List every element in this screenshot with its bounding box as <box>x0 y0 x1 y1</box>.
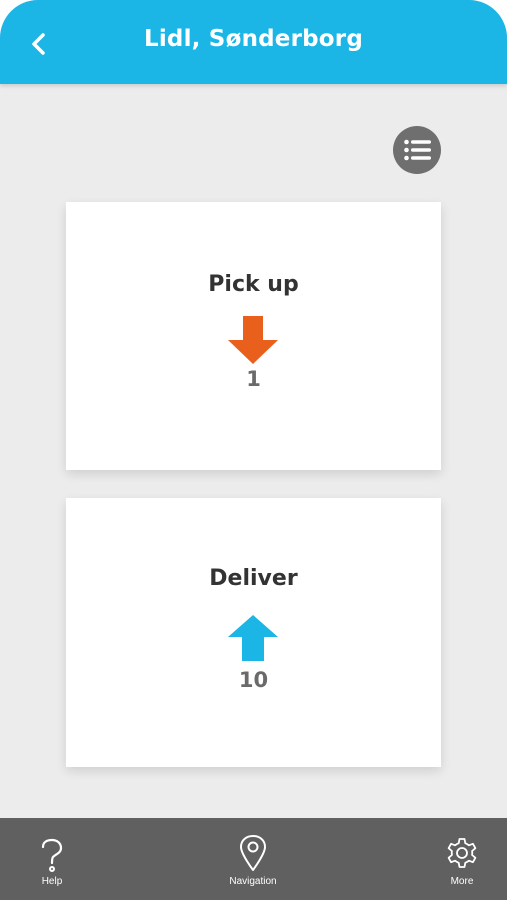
deliver-count: 10 <box>238 668 269 692</box>
pickup-card[interactable]: Pick up 1 <box>66 202 441 470</box>
pickup-count: 1 <box>246 367 261 391</box>
tab-more-label: More <box>450 876 474 887</box>
list-view-button[interactable] <box>393 126 441 174</box>
list-icon <box>404 139 431 161</box>
tab-more[interactable]: More <box>432 818 492 900</box>
deliver-title: Deliver <box>209 566 298 591</box>
arrow-up-icon <box>228 615 278 661</box>
tab-help-label: Help <box>41 876 63 887</box>
gear-icon <box>447 838 477 868</box>
app-screen: Lidl, Sønderborg Pick up 1 Deliver 10 He… <box>0 0 507 900</box>
pickup-title: Pick up <box>208 272 299 297</box>
arrow-down-icon <box>228 316 278 364</box>
bottom-navigation-bar: Help Navigation More <box>0 818 507 900</box>
question-mark-icon <box>41 838 63 872</box>
tab-help[interactable]: Help <box>22 818 82 900</box>
page-title: Lidl, Sønderborg <box>143 26 364 52</box>
tab-navigation-label: Navigation <box>229 876 277 887</box>
tab-navigation[interactable]: Navigation <box>213 818 293 900</box>
app-header: Lidl, Sønderborg <box>0 0 507 84</box>
location-pin-icon <box>240 835 266 871</box>
deliver-card[interactable]: Deliver 10 <box>66 498 441 767</box>
